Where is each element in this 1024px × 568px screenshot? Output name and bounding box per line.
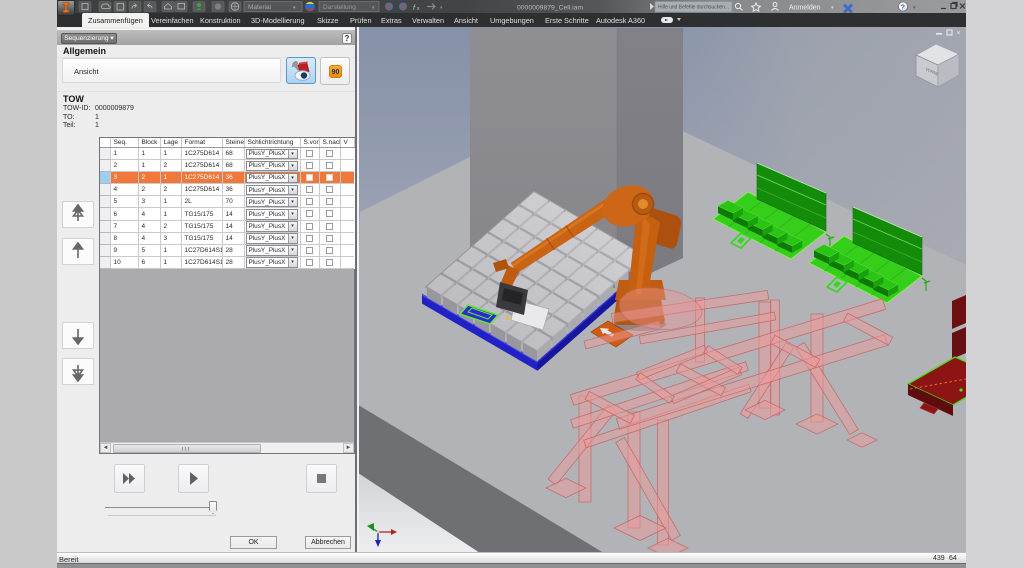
svg-text:Anmelden: Anmelden bbox=[789, 5, 821, 12]
svg-text:f: f bbox=[413, 5, 416, 12]
svg-text:Hilfe und Befehle durchsuchen.: Hilfe und Befehle durchsuchen... bbox=[658, 5, 729, 11]
svg-text:x: x bbox=[417, 6, 420, 12]
svg-text:▾: ▾ bbox=[440, 5, 443, 11]
svg-text:▾: ▾ bbox=[831, 5, 834, 11]
svg-text:0000009879_Cell.iam: 0000009879_Cell.iam bbox=[517, 5, 583, 12]
svg-text:Material: Material bbox=[248, 4, 272, 11]
svg-text:×: × bbox=[957, 30, 961, 37]
svg-text:Darstellung: Darstellung bbox=[323, 4, 356, 11]
svg-text:?: ? bbox=[901, 3, 906, 12]
svg-text:▾: ▾ bbox=[913, 5, 916, 11]
